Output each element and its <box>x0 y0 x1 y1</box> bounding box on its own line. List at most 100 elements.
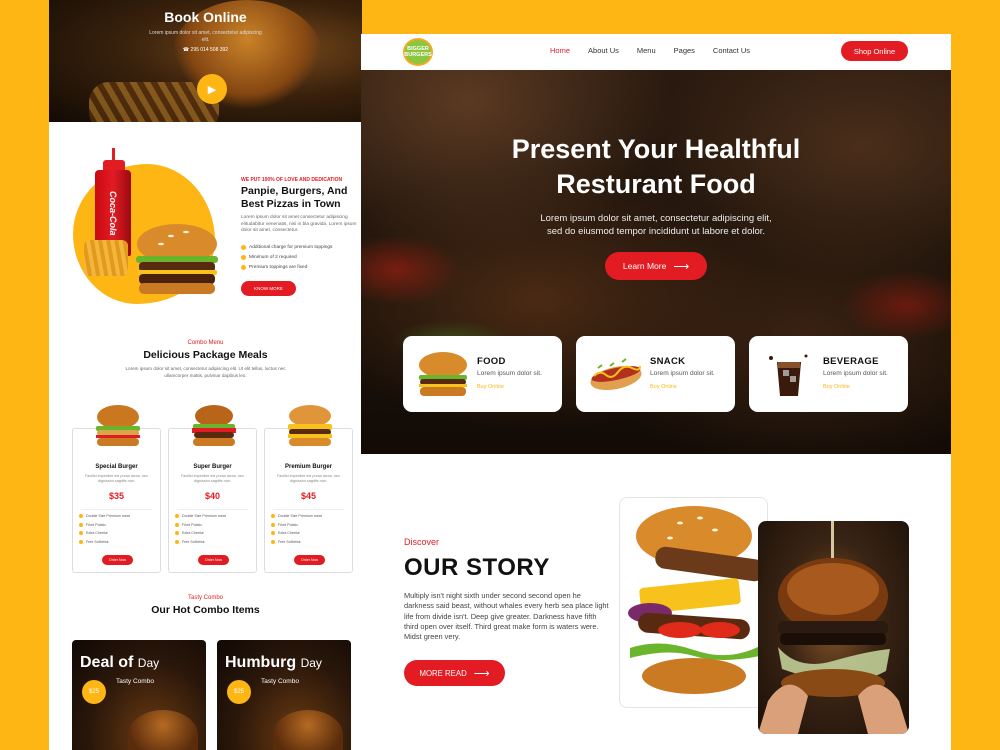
check-icon <box>175 514 179 518</box>
package-feature-list: Double Size Premium meat Fried Potato Ex… <box>271 514 322 548</box>
burger-image <box>128 710 198 750</box>
package-card: Premium Burger Facilisi imperdiet est pu… <box>264 405 353 573</box>
hero-title-line: Present Your Healthful <box>511 134 801 164</box>
hero-title: Present Your Healthful Resturant Food <box>361 132 951 202</box>
check-icon <box>79 514 83 518</box>
list-item: Fried Potato <box>175 522 226 527</box>
price-badge: $25 <box>227 680 251 704</box>
phone-number: ☎ 295 014 508 392 <box>182 47 229 53</box>
deal-title-main: Humburg <box>225 654 297 671</box>
nav-contact-us[interactable]: Contact Us <box>713 46 750 55</box>
package-feature-list: Double Size Premium meat Fried Potato Ex… <box>79 514 130 548</box>
learn-more-button[interactable]: Learn More ⟶ <box>605 252 707 280</box>
package-name: Premium Burger <box>284 464 332 470</box>
feature-text: Free Softdrink <box>278 539 301 544</box>
feature-text: Minimum of 2 required <box>249 255 297 260</box>
feature-text: Fried Potato <box>182 522 202 527</box>
hero-title-line: Resturant Food <box>556 169 756 199</box>
tomato-decoration <box>361 235 461 305</box>
deal-title-suffix: Day <box>300 656 322 670</box>
package-price: $35 <box>108 491 125 501</box>
nav-home[interactable]: Home <box>550 46 570 55</box>
story-eyebrow: Discover <box>404 537 440 547</box>
hero-subtitle: Lorem ipsum dolor sit amet, consectetur … <box>361 212 951 238</box>
right-mockup: BIGGER BURGERS Home About Us Menu Pages … <box>361 34 951 750</box>
feature-text: Extra Cheese <box>86 531 108 535</box>
check-icon <box>241 265 246 270</box>
play-icon[interactable]: ▶ <box>197 74 227 104</box>
package-price: $45 <box>300 491 317 501</box>
feature-text: Extra Cheese <box>278 531 300 535</box>
hot-title: Our Hot Combo Items <box>151 604 260 616</box>
nav-about-us[interactable]: About Us <box>588 46 619 55</box>
burger-image <box>273 710 343 750</box>
list-item: Fried Potato <box>271 522 322 527</box>
list-item: Extra Cheese <box>271 531 322 535</box>
book-online-hero: Book Online Lorem ipsum dolor sit amet, … <box>49 0 362 122</box>
about-section: Coca-Cola WE PUT 100% OF LOVE AND DEDICA… <box>49 122 362 312</box>
story-paragraph: Multiply isn't night sixth under second … <box>404 591 609 642</box>
story-section: Discover OUR STORY Multiply isn't night … <box>361 454 951 750</box>
deal-card[interactable]: Deal of Day $25 Tasty Combo <box>72 640 206 750</box>
package-desc: Facilisi imperdiet est purus lacus, nec … <box>276 474 341 483</box>
book-online-subtitle: Lorem ipsum dolor sit amet, consectetur … <box>149 30 262 43</box>
deal-title-suffix: Day <box>137 656 160 670</box>
feature-text: Additional charge for premium toppings <box>249 245 333 250</box>
order-now-button[interactable]: Order Now <box>294 555 325 565</box>
shop-online-button[interactable]: Shop Online <box>841 41 908 61</box>
logo[interactable]: BIGGER BURGERS <box>403 38 433 66</box>
category-card-beverage[interactable]: BEVERAGE Lorem ipsum dolor sit. Buy Onli… <box>749 336 908 412</box>
category-card-snack[interactable]: SNACK Lorem ipsum dolor sit. Buy Online <box>576 336 735 412</box>
hotdog-icon <box>590 358 642 391</box>
package-card: Special Burger Facilisi imperdiet est pu… <box>72 405 161 573</box>
about-title: Panpie, Burgers, And Best Pizzas in Town <box>241 185 348 210</box>
buy-online-link[interactable]: Buy Online <box>823 384 850 390</box>
left-mockup: Book Online Lorem ipsum dolor sit amet, … <box>49 0 362 750</box>
more-read-button[interactable]: MORE READ ⟶ <box>404 660 505 686</box>
buy-online-link[interactable]: Buy Online <box>477 384 504 390</box>
feature-text: Double Size Premium meat <box>278 514 322 518</box>
nav-pages[interactable]: Pages <box>674 46 695 55</box>
deal-title: Deal of Day <box>80 654 159 672</box>
combo-paragraph: Lorem ipsum dolor sit amet, consectetur … <box>125 366 286 378</box>
price-badge: $25 <box>82 680 106 704</box>
buy-online-link[interactable]: Buy Online <box>650 384 677 390</box>
package-cards: Special Burger Facilisi imperdiet est pu… <box>72 405 354 573</box>
list-item: Additional charge for premium toppings <box>241 245 332 250</box>
book-online-title: Book Online <box>164 9 247 25</box>
order-now-button[interactable]: Order Now <box>102 555 133 565</box>
know-more-button[interactable]: KNOW MORE <box>241 281 296 296</box>
about-paragraph: Lorem ipsum dolor sit amet consectetur a… <box>241 215 357 234</box>
hot-combo-header: Tasty Combo Our Hot Combo Items <box>49 595 362 616</box>
arrow-right-icon: ⟶ <box>473 667 490 680</box>
list-item: Free Softdrink <box>79 539 130 544</box>
hero-subtitle-line: sed do eiusmod tempor incididunt ut labo… <box>546 226 766 237</box>
feature-text: Free Softdrink <box>86 539 109 544</box>
nav-menu[interactable]: Menu <box>637 46 656 55</box>
list-item: Extra Cheese <box>79 531 130 535</box>
category-card-food[interactable]: FOOD Lorem ipsum dolor sit. Buy Online <box>403 336 562 412</box>
combo-header: Combo Menu Delicious Package Meals Lorem… <box>49 340 362 379</box>
category-title: SNACK <box>650 356 686 367</box>
feature-text: Fried Potato <box>278 522 298 527</box>
about-feature-list: Additional charge for premium toppings M… <box>241 245 332 275</box>
list-item: Free Softdrink <box>271 539 322 544</box>
deal-subtitle: Tasty Combo <box>261 678 299 685</box>
list-item: Double Size Premium meat <box>79 514 130 518</box>
feature-text: Double Size Premium meat <box>182 514 226 518</box>
feature-text: Premium toppings are fixed <box>249 265 308 270</box>
hand-burger-image <box>758 521 909 734</box>
deal-card[interactable]: Humburg Day $25 Tasty Combo <box>217 640 351 750</box>
package-name: Special Burger <box>95 464 138 470</box>
check-icon <box>271 531 275 535</box>
list-item: Extra Cheese <box>175 531 226 535</box>
feature-text: Double Size Premium meat <box>86 514 130 518</box>
check-icon <box>241 255 246 260</box>
burger-illustration <box>628 506 765 694</box>
burger-icon <box>419 352 467 396</box>
stacked-burger-image <box>619 497 768 708</box>
order-now-button[interactable]: Order Now <box>198 555 229 565</box>
check-icon <box>241 245 246 250</box>
main-menu: Home About Us Menu Pages Contact Us <box>550 46 750 55</box>
check-icon <box>175 522 179 527</box>
